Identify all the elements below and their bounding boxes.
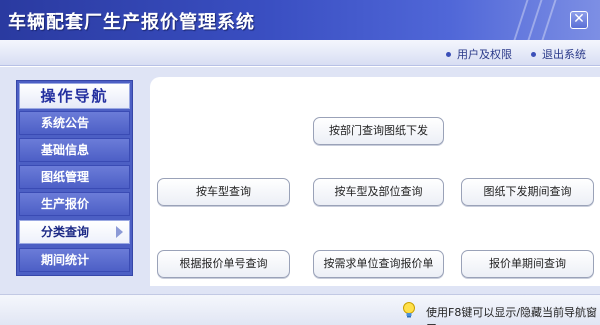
nav-item-label: 期间统计 [41,253,90,267]
nav-item-label: 生产报价 [41,197,90,211]
nav-item-label: 图纸管理 [41,170,90,184]
nav-item-drawings[interactable]: 图纸管理 [19,165,130,189]
status-bar: 使用F8键可以显示/隐藏当前导航窗口 [0,294,600,325]
nav-item-label: 系统公告 [41,116,90,130]
exit-system-link[interactable]: 退出系统 [531,46,586,62]
close-icon: ✕ [573,11,585,27]
query-by-quote-number-button[interactable]: 根据报价单号查询 [157,250,290,278]
query-by-model-button[interactable]: 按车型查询 [157,178,290,206]
users-permissions-label: 用户及权限 [457,48,512,61]
chevron-right-icon [116,226,123,238]
drawing-issue-period-button[interactable]: 图纸下发期间查询 [461,178,594,206]
nav-item-quotes[interactable]: 生产报价 [19,192,130,216]
quote-period-button[interactable]: 报价单期间查询 [461,250,594,278]
app-title: 车辆配套厂生产报价管理系统 [8,12,255,33]
nav-item-label: 分类查询 [41,225,90,239]
bullet-icon [446,51,451,57]
nav-header: 操作导航 [19,83,130,109]
lightbulb-icon [403,302,415,318]
close-button[interactable]: ✕ [570,11,588,29]
query-by-department-button[interactable]: 按部门查询图纸下发 [313,117,444,145]
query-panel: 按部门查询图纸下发 按车型查询 按车型及部位查询 图纸下发期间查询 根据报价单号… [150,77,600,286]
bullet-icon [531,51,536,57]
exit-system-label: 退出系统 [542,48,586,61]
nav-item-category-query[interactable]: 分类查询 [19,220,130,244]
query-by-demand-unit-button[interactable]: 按需求单位查询报价单 [313,250,444,278]
top-toolbar: 用户及权限 退出系统 [0,40,600,66]
nav-item-basic-info[interactable]: 基础信息 [19,138,130,162]
nav-item-announcements[interactable]: 系统公告 [19,111,130,135]
users-permissions-link[interactable]: 用户及权限 [446,46,512,62]
nav-item-period-stats[interactable]: 期间统计 [19,248,130,272]
title-bar: 车辆配套厂生产报价管理系统 ✕ [0,0,600,40]
navigation-panel: 操作导航 系统公告 基础信息 图纸管理 生产报价 分类查询 期间统计 [16,80,133,276]
nav-item-label: 基础信息 [41,143,90,157]
query-by-model-part-button[interactable]: 按车型及部位查询 [313,178,444,206]
status-hint: 使用F8键可以显示/隐藏当前导航窗口 [426,306,598,325]
